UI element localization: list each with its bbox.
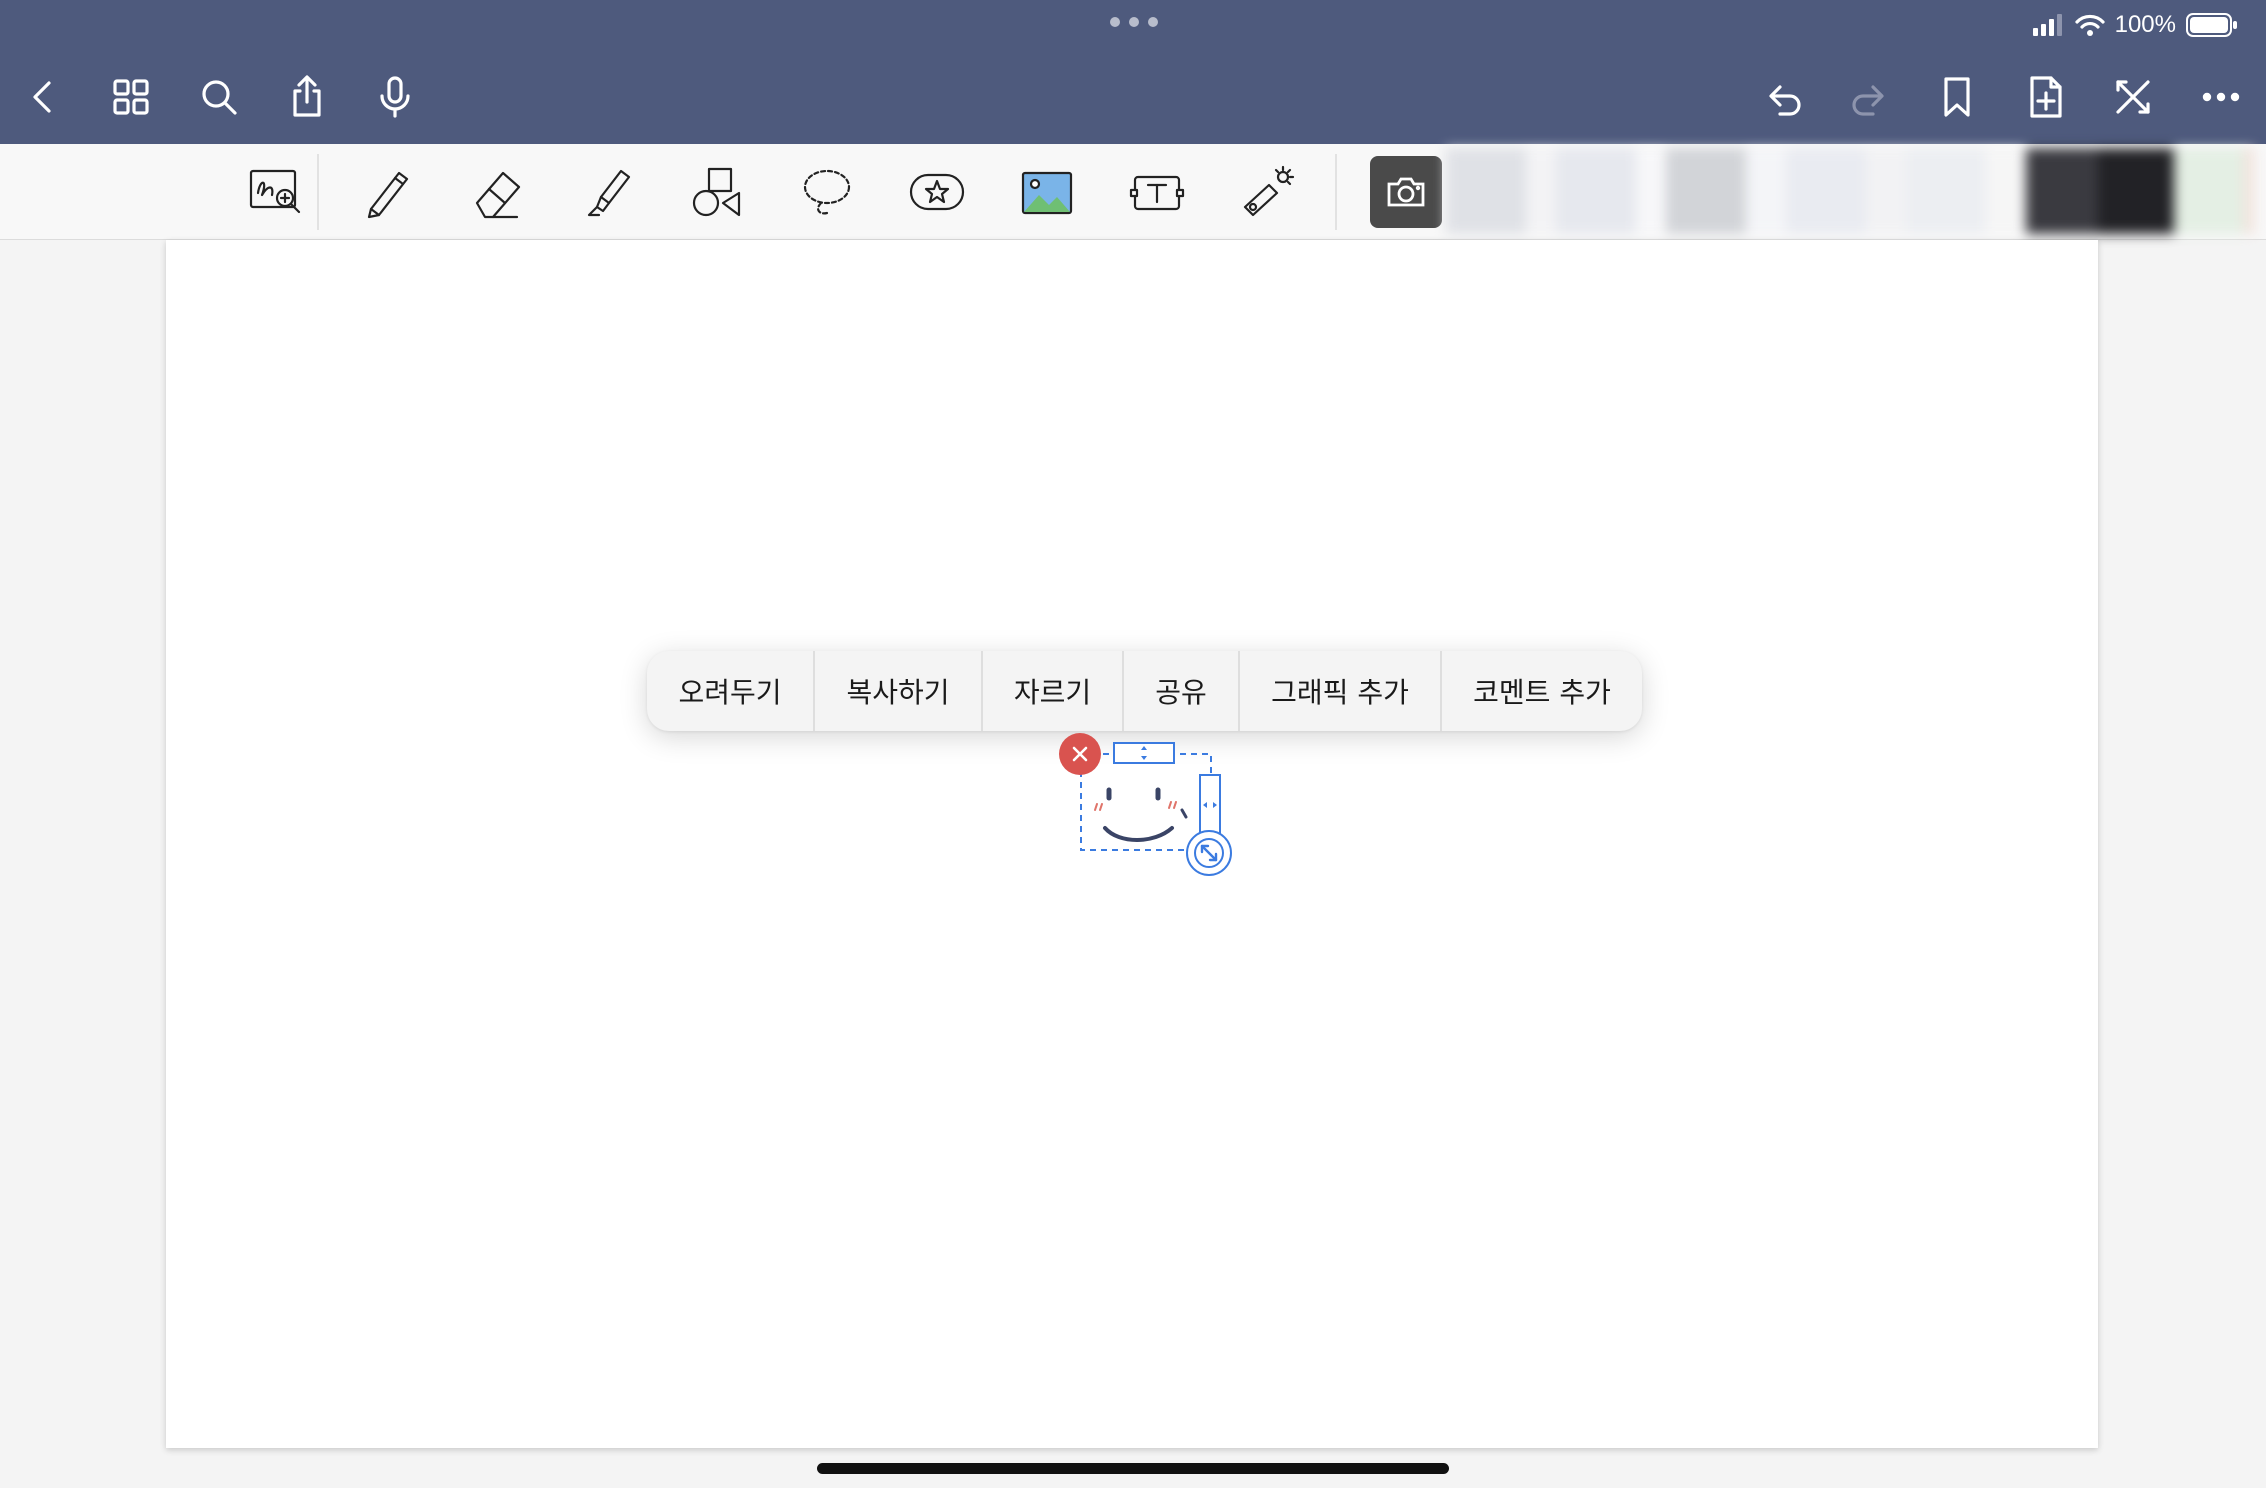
vertical-resize-handle[interactable] <box>1113 742 1175 764</box>
smiley-face-sticker <box>1094 787 1188 842</box>
scale-rotate-handle[interactable] <box>1186 830 1232 876</box>
shapes-tool[interactable] <box>685 161 749 225</box>
multitasking-dots-icon[interactable] <box>1110 17 1158 29</box>
back-button[interactable] <box>12 65 76 129</box>
menu-item-share[interactable]: 공유 <box>1124 651 1240 731</box>
recent-items-strip[interactable] <box>1446 148 2254 234</box>
exit-fullscreen-button[interactable] <box>2101 65 2165 129</box>
pen-tool[interactable] <box>355 161 419 225</box>
add-page-icon <box>2030 76 2062 118</box>
camera-button[interactable] <box>1370 156 1442 228</box>
battery-icon <box>2186 13 2237 37</box>
menu-item-add-comment[interactable]: 코멘트 추가 <box>1442 651 1642 731</box>
redo-icon <box>1852 85 1884 116</box>
menu-item-crop[interactable]: 자르기 <box>983 651 1124 731</box>
horizontal-resize-handle[interactable] <box>1199 774 1221 836</box>
status-bar: 100% <box>2032 10 2238 40</box>
text-box-icon <box>1129 175 1185 211</box>
more-icon <box>2202 92 2240 102</box>
camera-icon <box>1387 177 1425 207</box>
search-icon <box>202 80 237 115</box>
up-down-arrow-icon <box>1141 746 1147 760</box>
sticker-tool[interactable] <box>905 161 969 225</box>
search-button[interactable] <box>187 65 251 129</box>
laser-pointer-tool[interactable] <box>1235 161 1299 225</box>
close-icon <box>1072 746 1088 762</box>
more-button[interactable] <box>2189 65 2253 129</box>
eraser-icon <box>475 171 521 219</box>
toolbar-divider <box>317 154 319 230</box>
share-button[interactable] <box>275 65 339 129</box>
zoom-window-icon <box>249 169 301 214</box>
menu-item-copy[interactable]: 복사하기 <box>815 651 983 731</box>
battery-percent: 100% <box>2114 11 2176 38</box>
shapes-icon <box>692 167 741 217</box>
image-tool[interactable] <box>1015 161 1079 225</box>
resize-diagonal-icon <box>1194 838 1224 868</box>
selected-sticker[interactable] <box>1059 732 1239 882</box>
sticker-icon <box>909 173 965 211</box>
left-right-arrow-icon <box>1203 802 1217 808</box>
context-menu: 오려두기 복사하기 자르기 공유 그래픽 추가 코멘트 추가 <box>647 651 1642 731</box>
toolbar-divider <box>1335 154 1337 230</box>
wifi-icon <box>2075 14 2105 36</box>
bookmark-icon <box>1944 77 1970 117</box>
image-icon <box>1021 171 1073 215</box>
menu-item-add-graphic[interactable]: 그래픽 추가 <box>1240 651 1442 731</box>
close-fullscreen-icon <box>2116 80 2150 114</box>
redo-button[interactable] <box>1838 65 1902 129</box>
lasso-tool[interactable] <box>795 161 859 225</box>
lasso-icon <box>803 169 851 215</box>
delete-selection-button[interactable] <box>1059 733 1101 775</box>
microphone-icon <box>380 76 410 118</box>
voice-record-button[interactable] <box>363 65 427 129</box>
menu-item-cut[interactable]: 오려두기 <box>647 651 815 731</box>
highlighter-tool[interactable] <box>575 161 639 225</box>
pen-icon <box>367 171 409 219</box>
undo-icon <box>1769 85 1801 116</box>
bookmark-button[interactable] <box>1925 65 1989 129</box>
highlighter-icon <box>587 169 631 217</box>
zoom-window-tool[interactable] <box>244 161 308 225</box>
thumbnails-button[interactable] <box>99 65 163 129</box>
laser-pointer-icon <box>1243 165 1295 217</box>
text-box-tool[interactable] <box>1125 161 1189 225</box>
back-chevron-icon <box>33 81 51 113</box>
eraser-tool[interactable] <box>465 161 529 225</box>
add-page-button[interactable] <box>2014 65 2078 129</box>
grid-icon <box>113 79 149 115</box>
cellular-signal-icon <box>2032 14 2062 36</box>
home-indicator[interactable] <box>817 1463 1449 1474</box>
share-icon <box>293 75 321 117</box>
undo-button[interactable] <box>1751 65 1815 129</box>
